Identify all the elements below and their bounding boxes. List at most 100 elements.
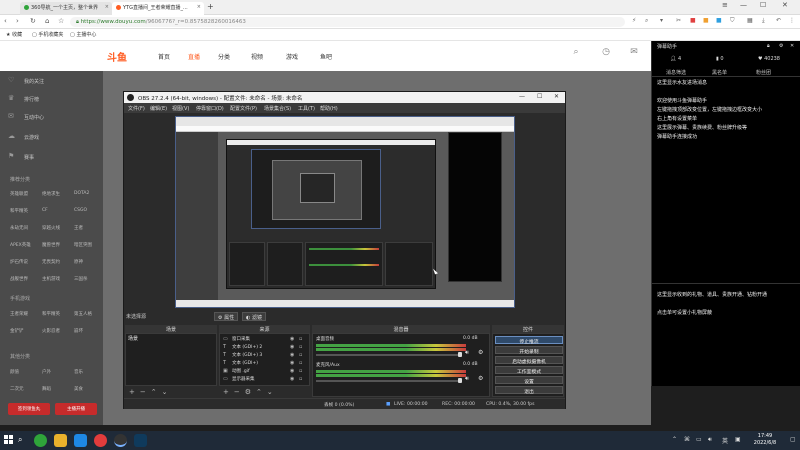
tray-network-icon[interactable]: ⌘ [684,436,690,443]
sidebar-category-link[interactable]: 主机游戏 [42,276,60,282]
move-up-icon[interactable]: ⌃ [256,388,262,396]
taskbar-360-browser-icon[interactable] [34,434,47,447]
sidebar-checkin-button[interactable]: 签到领鱼丸 [8,403,50,415]
browser-tab-douyu[interactable]: YTG直播间_王者荣耀直播_... × [112,2,204,15]
maximize-icon[interactable]: ☐ [537,93,542,100]
sidebar-category-link[interactable]: 美食 [74,386,83,392]
minimize-icon[interactable]: — [519,93,525,100]
control-button[interactable]: 停止推流 [495,336,563,345]
menu-tools[interactable]: 工具(T) [298,105,315,112]
properties-button[interactable]: ⚙ 属性 [214,312,239,321]
sidebar-category-link[interactable]: 第五人格 [74,311,92,317]
back-icon[interactable]: ‹ [4,17,7,25]
sidebar-category-link[interactable]: 火影忍者 [42,328,60,334]
speaker-icon[interactable]: 🔊︎ [465,349,469,357]
control-button[interactable]: 设置 [495,376,563,385]
history-icon[interactable]: ◷ [600,47,612,59]
sidebar-category-link[interactable]: 战舰世界 [10,276,28,282]
sidebar-start-live-button[interactable]: 主播开播 [55,403,97,415]
sidebar-category-link[interactable]: 穿越火线 [42,225,60,231]
lock-icon[interactable]: ▫ [299,376,302,382]
close-icon[interactable]: ✕ [790,43,794,49]
start-button[interactable] [4,435,14,445]
lock-icon[interactable]: ▫ [299,368,302,374]
tray-battery-icon[interactable]: ▭ [696,436,702,443]
gear-icon[interactable]: ⚙ [245,388,251,396]
speaker-icon[interactable]: 🔊︎ [465,375,469,383]
source-item[interactable]: ▣ 动图 .gif ◉ ▫ [220,368,307,375]
scene-item[interactable]: 场景 [126,335,218,343]
sidebar-category-link[interactable]: 魔兽世界 [42,242,60,248]
sidebar-category-link[interactable]: 英雄联盟 [10,191,28,197]
sidebar-category-link[interactable]: 三国杀 [74,276,88,282]
minimize-icon[interactable]: — [740,1,747,9]
eye-icon[interactable]: ◉ [290,368,294,374]
menu-scene-collection[interactable]: 场景集合(S) [264,105,291,112]
remove-icon[interactable]: − [140,388,146,396]
gear-icon[interactable]: ⚙ [478,349,483,356]
taskbar-steam-icon[interactable] [134,434,147,447]
source-item[interactable]: T 文本 (GDI+) 3 ◉ ▫ [220,352,307,359]
bookmark-anchor-center[interactable]: ▢ 主播中心 [70,31,96,38]
sidebar-category-link[interactable]: 和平精英 [10,208,28,214]
nav-fish-bar[interactable]: 鱼吧 [320,52,332,61]
lock-icon[interactable]: ▫ [299,360,302,366]
tab-fan-club[interactable]: 粉丝团 [756,69,771,76]
source-item[interactable]: ▭ 窗口采集 ◉ ▫ [220,336,307,343]
sidebar-item-cloud-game[interactable]: ☁ 云游戏 [0,131,103,143]
extension-red-icon[interactable]: ■ [690,17,696,24]
lightning-icon[interactable]: ⚡ [632,17,636,24]
sidebar-item-event[interactable]: ⚑ 赛事 [0,151,103,163]
eye-icon[interactable]: ◉ [290,376,294,382]
scissors-icon[interactable]: ✂ [676,17,681,24]
eye-icon[interactable]: ◉ [290,360,294,366]
sidebar-item-follow[interactable]: ♡ 我的关注 [0,75,103,87]
filters-button[interactable]: ◐ 滤镜 [242,312,266,321]
danmu-helper-overlay[interactable]: 弹幕助手 🔒︎ ⚙ ✕ 👤︎ 4 ▮ 0 ♥ 40238 消息筛选 黑名单 粉丝… [651,41,800,386]
menu-icon[interactable]: ≡ [722,1,728,9]
sidebar-category-link[interactable]: 舞蹈 [42,386,51,392]
sidebar-category-link[interactable]: 颜值 [10,369,19,375]
message-icon[interactable]: ✉ [628,47,640,59]
add-icon[interactable]: + [129,388,135,396]
sidebar-category-link[interactable]: CSGO [74,208,87,213]
nav-home[interactable]: 首页 [158,52,170,61]
search-icon[interactable]: ⌕ [645,17,648,25]
sidebar-category-link[interactable]: 王者 [74,225,83,231]
grid-icon[interactable]: ▦ [747,17,753,24]
sidebar-category-link[interactable]: 炉石传说 [10,259,28,265]
tray-speaker-icon[interactable]: 🔊︎ [708,436,712,444]
menu-view[interactable]: 视图(V) [172,105,189,112]
tab-filter[interactable]: 消息筛选 [666,69,686,76]
source-item[interactable]: T 文本 (GDI+) 2 ◉ ▫ [220,344,307,351]
sidebar-category-link[interactable]: 金铲铲 [10,328,24,334]
more-icon[interactable]: ⋮ [789,17,795,24]
nav-video[interactable]: 视频 [251,52,263,61]
control-button[interactable]: 启动虚拟摄像机 [495,356,563,365]
menu-file[interactable]: 文件(F) [128,105,145,112]
sidebar-category-link[interactable]: APEX英雄 [10,242,31,248]
sidebar-item-rank[interactable]: ♛ 排行榜 [0,93,103,105]
tray-ime-icon[interactable]: 英 [722,436,728,445]
close-icon[interactable]: × [197,4,201,10]
undo-icon[interactable]: ↶ [776,17,781,24]
maximize-icon[interactable]: ☐ [760,1,766,9]
control-button[interactable]: 开始录制 [495,346,563,355]
sidebar-category-link[interactable]: 无畏契约 [42,259,60,265]
nav-live[interactable]: 直播 [188,52,200,61]
sidebar-category-link[interactable]: 二次元 [10,386,24,392]
dropdown-icon[interactable]: ▾ [660,17,663,24]
sidebar-category-link[interactable]: 绝地求生 [42,191,60,197]
eye-icon[interactable]: ◉ [290,352,294,358]
sidebar-category-link[interactable]: 和平精英 [42,311,60,317]
download-icon[interactable]: ⤓ [762,17,765,25]
sidebar-category-link[interactable]: CF [42,208,48,213]
lock-icon[interactable]: ▫ [299,352,302,358]
bookmark-star-icon[interactable]: ☆ [58,17,64,25]
volume-slider-handle[interactable] [458,378,462,383]
control-button[interactable]: 工作室模式 [495,366,563,375]
taskbar-obs-icon[interactable] [114,434,127,447]
nav-game[interactable]: 游戏 [286,52,298,61]
move-up-icon[interactable]: ⌃ [151,388,157,396]
browser-tab-360[interactable]: 360导航_一个主页，整个世界 × [20,2,112,15]
